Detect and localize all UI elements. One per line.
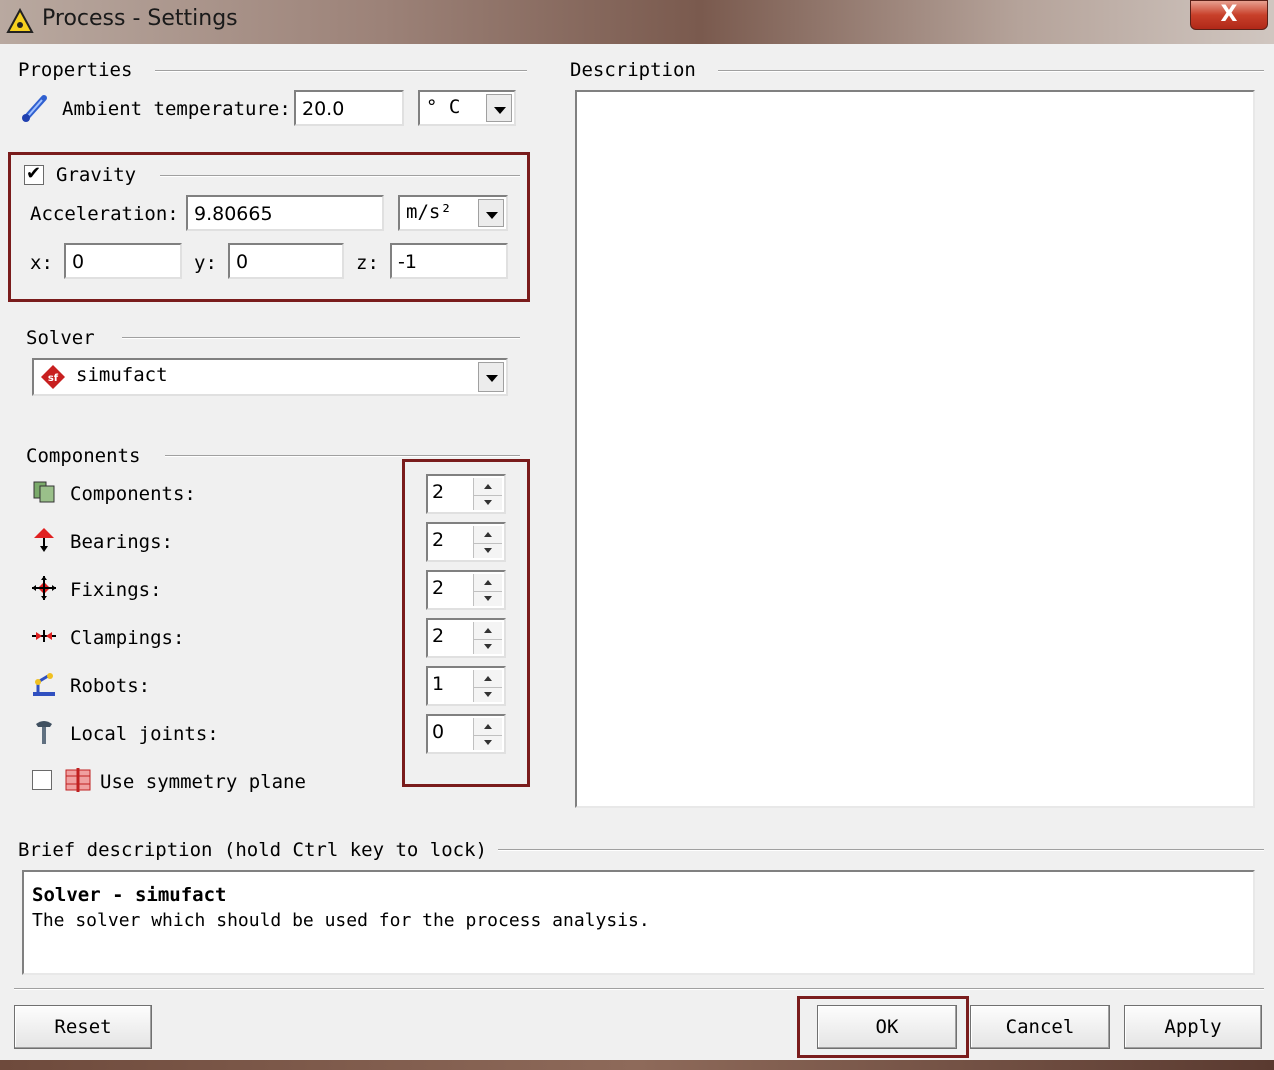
decrement-icon[interactable] [474,735,502,752]
decrement-icon[interactable] [474,495,502,512]
cancel-button[interactable]: Cancel [970,1005,1110,1049]
symmetry-plane-checkbox[interactable] [32,770,52,790]
stepper-buttons[interactable] [473,478,502,510]
process-settings-dialog: Process - Settings X Properties Ambient … [0,0,1274,1070]
stepper-buttons[interactable] [473,574,502,606]
gravity-z-input[interactable]: -1 [390,243,508,279]
bearings-label: Bearings: [70,531,173,553]
decrement-icon[interactable] [474,639,502,656]
reset-button[interactable]: Reset [14,1005,152,1049]
decrement-icon[interactable] [474,687,502,704]
x-label: x: [30,252,53,274]
symmetry-plane-icon [65,768,91,792]
chevron-down-icon[interactable] [478,362,504,392]
gravity-label: Gravity [56,164,137,186]
solver-select[interactable]: sf simufact [32,358,508,396]
solver-group-label: Solver [26,327,95,349]
stepper-buttons[interactable] [473,670,502,702]
stepper-buttons[interactable] [473,526,502,558]
fixings-icon [32,576,56,600]
brief-heading: Solver - simufact [32,884,227,906]
robots-count-stepper[interactable]: 1 [426,666,506,706]
local-joints-icon [36,721,52,744]
robots-icon [33,673,55,696]
temperature-unit-value: ° C [426,96,461,118]
brief-description-divider [498,849,1264,851]
brief-description-panel: Solver - simufact The solver which shoul… [22,870,1255,975]
increment-icon[interactable] [474,526,502,544]
simufact-logo-icon: sf [41,365,65,389]
ambient-temperature-input[interactable]: 20.0 [294,90,404,126]
brief-text: The solver which should be used for the … [32,910,650,931]
solver-value: simufact [76,364,168,386]
warning-triangle-icon [6,8,34,33]
description-divider [718,70,1264,72]
checkmark-icon: ✔ [26,163,42,184]
clampings-label: Clampings: [70,627,185,649]
increment-icon[interactable] [474,622,502,640]
description-group-label: Description [570,59,696,81]
local-joints-count-stepper[interactable]: 0 [426,714,506,754]
acceleration-input[interactable]: 9.80665 [186,195,384,231]
window-bottom-border [0,1060,1274,1070]
bearings-count-stepper[interactable]: 2 [426,522,506,562]
window-title: Process - Settings [42,6,238,31]
components-divider [165,455,520,457]
acceleration-unit-select[interactable]: m/s² [398,195,508,231]
thermometer-icon [22,95,47,122]
acceleration-unit-value: m/s² [406,201,452,223]
clampings-count-stepper[interactable]: 2 [426,618,506,658]
properties-group-label: Properties [18,59,133,81]
properties-divider [155,70,527,72]
ambient-temperature-label: Ambient temperature: [62,98,291,120]
gravity-x-input[interactable]: 0 [64,243,182,279]
increment-icon[interactable] [474,478,502,496]
description-textarea[interactable] [575,90,1255,808]
robots-count-value: 1 [432,673,445,695]
local-joints-count-value: 0 [432,721,445,743]
fixings-count-value: 2 [432,577,445,599]
acceleration-label: Acceleration: [30,203,179,225]
stepper-buttons[interactable] [473,622,502,654]
apply-button[interactable]: Apply [1124,1005,1262,1049]
brief-description-group-label: Brief description (hold Ctrl key to lock… [18,839,487,861]
symmetry-plane-label: Use symmetry plane [100,771,306,793]
increment-icon[interactable] [474,670,502,688]
gravity-divider [160,175,520,177]
local-joints-label: Local joints: [70,723,219,745]
clampings-icon [32,630,56,642]
components-count-stepper[interactable]: 2 [426,474,506,514]
ok-button[interactable]: OK [817,1005,957,1049]
chevron-down-icon[interactable] [486,94,512,122]
increment-icon[interactable] [474,574,502,592]
increment-icon[interactable] [474,718,502,736]
stepper-buttons[interactable] [473,718,502,750]
robots-label: Robots: [70,675,151,697]
components-icon [33,481,55,503]
decrement-icon[interactable] [474,543,502,560]
clampings-count-value: 2 [432,625,445,647]
decrement-icon[interactable] [474,591,502,608]
components-count-label: Components: [70,483,196,505]
bearings-count-value: 2 [432,529,445,551]
temperature-unit-select[interactable]: ° C [418,90,516,126]
y-label: y: [194,252,217,274]
title-bar[interactable]: Process - Settings X [0,0,1274,44]
bearings-icon [34,528,54,552]
z-label: z: [356,252,379,274]
solver-divider [122,337,520,339]
gravity-y-input[interactable]: 0 [228,243,344,279]
fixings-count-stepper[interactable]: 2 [426,570,506,610]
fixings-label: Fixings: [70,579,162,601]
chevron-down-icon[interactable] [478,199,504,227]
gravity-checkbox[interactable]: ✔ [24,163,44,185]
svg-text:sf: sf [48,373,59,384]
components-group-label: Components [26,445,141,467]
components-count-value: 2 [432,481,445,503]
button-row-divider [14,988,1264,990]
close-button[interactable]: X [1190,0,1268,30]
